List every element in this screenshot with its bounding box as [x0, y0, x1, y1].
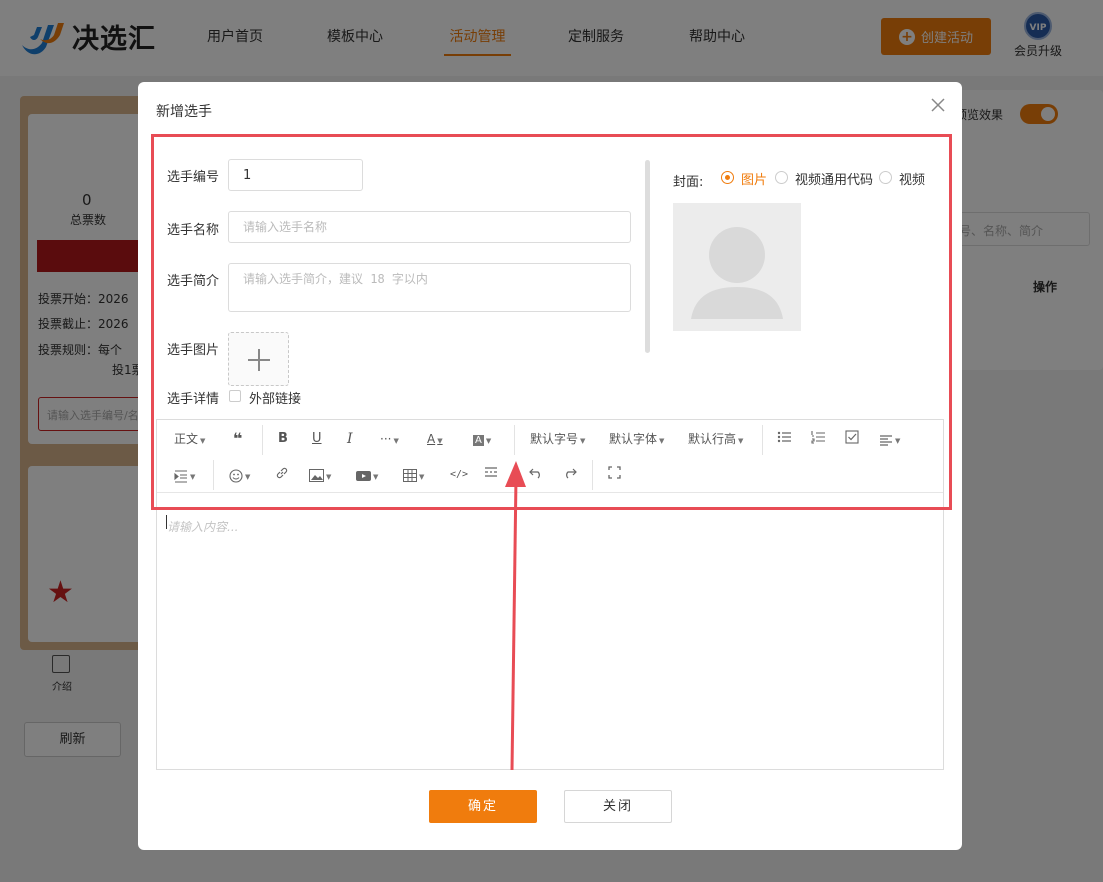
annotation-highlight-box [151, 134, 952, 510]
annotation-arrow [505, 461, 526, 771]
editor-content-area[interactable]: 请输入内容... [157, 493, 943, 769]
editor-placeholder: 请输入内容... [167, 520, 239, 534]
close-button[interactable]: 关闭 [564, 790, 672, 823]
confirm-button[interactable]: 确定 [429, 790, 537, 823]
close-icon[interactable] [929, 96, 947, 114]
modal-title: 新增选手 [156, 104, 212, 120]
